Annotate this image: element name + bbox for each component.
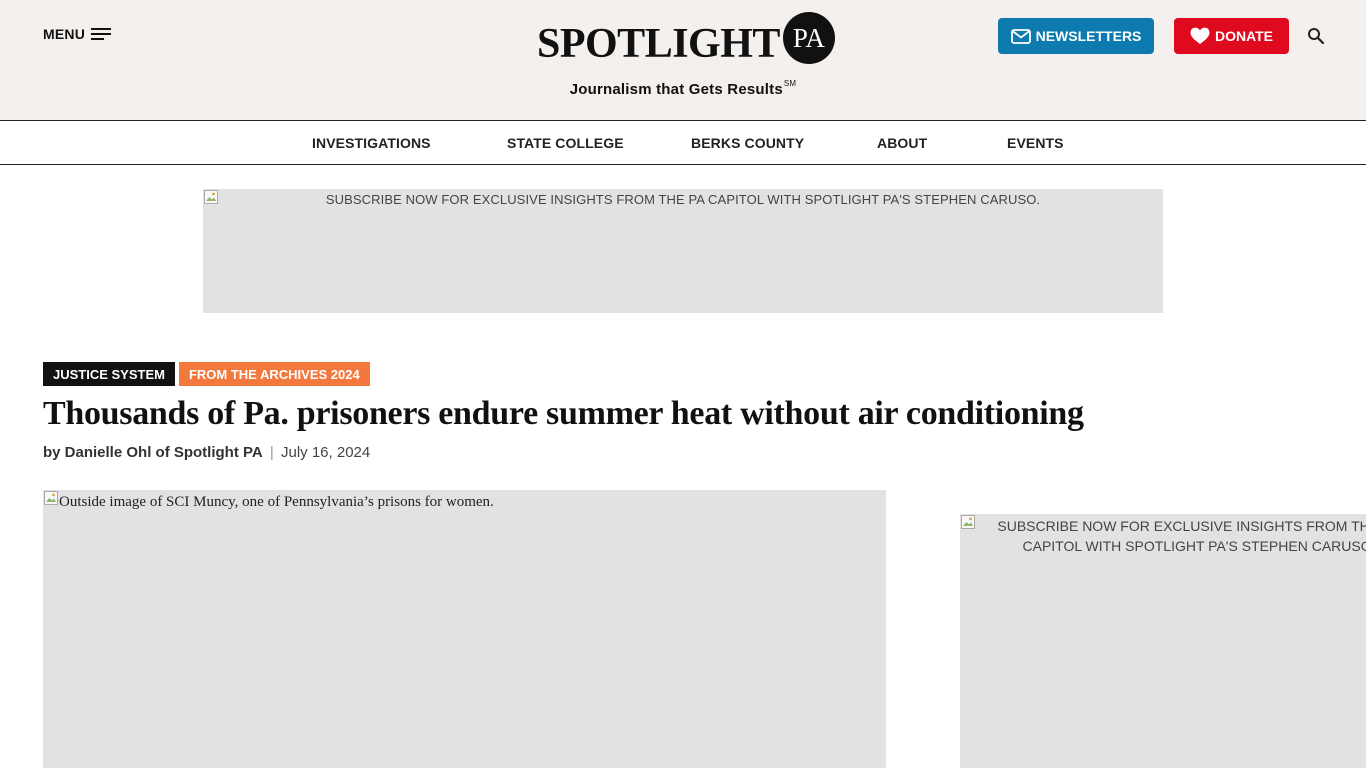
envelope-icon xyxy=(1010,28,1031,44)
donate-button[interactable]: DONATE xyxy=(1174,18,1289,54)
nav-item-investigations[interactable]: INVESTIGATIONS xyxy=(312,135,431,151)
top-banner-ad[interactable]: SUBSCRIBE NOW FOR EXCLUSIVE INSIGHTS FRO… xyxy=(203,189,1163,313)
service-mark: SM xyxy=(783,79,797,88)
hero-image-alt-text: Outside image of SCI Muncy, one of Penns… xyxy=(59,494,494,510)
menu-button[interactable]: MENU xyxy=(43,26,112,42)
nav-item-berks-county[interactable]: BERKS COUNTY xyxy=(691,135,804,151)
article-headline: Thousands of Pa. prisoners endure summer… xyxy=(43,395,1084,432)
nav-item-state-college[interactable]: STATE COLLEGE xyxy=(507,135,624,151)
masthead: MENU SPOTLIGHT PA Journalism that Gets R… xyxy=(0,0,1366,121)
hamburger-icon xyxy=(91,28,112,40)
logo-wordmark: SPOTLIGHT xyxy=(537,21,780,67)
byline: by Danielle Ohl of Spotlight PA | July 1… xyxy=(43,444,370,461)
article-tags: JUSTICE SYSTEM FROM THE ARCHIVES 2024 xyxy=(43,362,370,386)
broken-image-icon xyxy=(44,491,58,505)
top-ad-alt-text: SUBSCRIBE NOW FOR EXCLUSIVE INSIGHTS FRO… xyxy=(325,192,1041,207)
spotlight-pa-logo[interactable]: SPOTLIGHT PA xyxy=(537,10,835,66)
byline-author[interactable]: by Danielle Ohl of Spotlight PA xyxy=(43,444,263,461)
hero-image: Outside image of SCI Muncy, one of Penns… xyxy=(43,490,886,768)
nav-item-about[interactable]: ABOUT xyxy=(877,135,927,151)
sidebar-ad[interactable]: SUBSCRIBE NOW FOR EXCLUSIVE INSIGHTS FRO… xyxy=(960,514,1366,768)
broken-image-icon xyxy=(961,515,975,529)
search-icon[interactable] xyxy=(1307,27,1325,45)
byline-date: July 16, 2024 xyxy=(280,444,371,461)
byline-separator: | xyxy=(269,444,274,461)
sidebar-ad-alt-text: SUBSCRIBE NOW FOR EXCLUSIVE INSIGHTS FRO… xyxy=(997,518,1366,554)
logo-badge: PA xyxy=(782,12,835,64)
newsletters-button[interactable]: NEWSLETTERS xyxy=(998,18,1154,54)
tagline: Journalism that Gets ResultsSM xyxy=(0,79,1366,98)
newsletters-label: NEWSLETTERS xyxy=(1035,28,1142,44)
tagline-text: Journalism that Gets Results xyxy=(569,81,783,98)
heart-icon xyxy=(1190,27,1210,44)
donate-label: DONATE xyxy=(1214,28,1274,44)
menu-label: MENU xyxy=(43,26,86,42)
tag-from-the-archives[interactable]: FROM THE ARCHIVES 2024 xyxy=(178,362,370,386)
main-nav: INVESTIGATIONS STATE COLLEGE BERKS COUNT… xyxy=(0,121,1366,165)
nav-item-events[interactable]: EVENTS xyxy=(1007,135,1064,151)
tag-justice-system[interactable]: JUSTICE SYSTEM xyxy=(43,362,175,386)
